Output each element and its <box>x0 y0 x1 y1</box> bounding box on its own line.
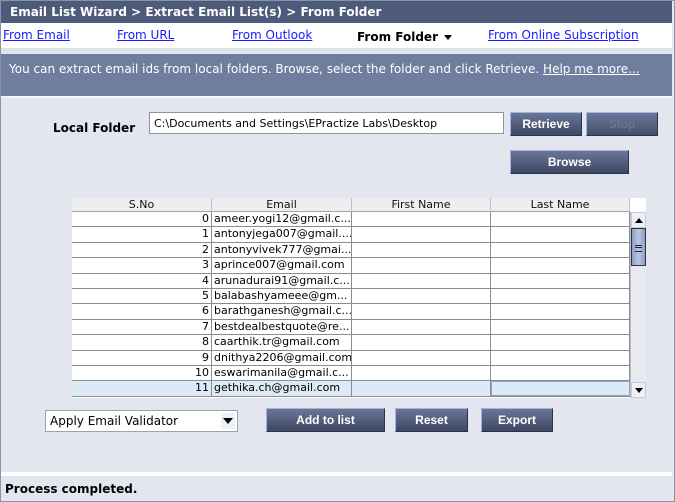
scroll-down-arrow-icon[interactable] <box>631 382 646 398</box>
add-to-list-button[interactable]: Add to list <box>266 408 385 432</box>
cell-first-name[interactable] <box>352 366 491 381</box>
cell-first-name[interactable] <box>352 258 491 273</box>
tab-from-folder[interactable]: From Folder <box>357 30 452 44</box>
export-button[interactable]: Export <box>481 408 553 432</box>
dropdown-arrow-icon[interactable] <box>221 413 235 429</box>
scrollbar-thumb[interactable] <box>631 228 646 266</box>
cell-first-name[interactable] <box>352 381 491 396</box>
scroll-up-arrow-icon[interactable] <box>631 212 646 228</box>
tab-from-folder-label: From Folder <box>357 30 438 44</box>
cell-first-name[interactable] <box>352 304 491 319</box>
tab-from-online-subscription[interactable]: From Online Subscription <box>488 28 639 42</box>
local-folder-label: Local Folder <box>53 121 136 135</box>
cell-last-name[interactable] <box>491 319 630 335</box>
cell-last-name[interactable] <box>491 366 630 381</box>
cell-email[interactable]: ameer.yogi12@gmail.c... <box>212 212 352 227</box>
cell-email[interactable]: antonyvivek777@gmai... <box>212 242 352 258</box>
table-row[interactable]: 8 caarthik.tr@gmail.com <box>72 335 630 351</box>
cell-last-name[interactable] <box>491 350 630 365</box>
reset-button[interactable]: Reset <box>395 408 468 432</box>
chevron-down-icon <box>444 35 452 40</box>
table-scrollbar[interactable] <box>630 212 646 398</box>
cell-first-name[interactable] <box>352 273 491 288</box>
table-row[interactable]: 3 aprince007@gmail.com <box>72 258 630 274</box>
cell-sno[interactable]: 4 <box>72 273 212 288</box>
tab-from-url[interactable]: From URL <box>117 28 174 42</box>
table-header: S.No Email First Name Last Name <box>72 198 630 212</box>
cell-first-name[interactable] <box>352 335 491 350</box>
tab-from-email[interactable]: From Email <box>3 28 70 42</box>
table-row[interactable]: 6 barathganesh@gmail.c... <box>72 304 630 320</box>
cell-sno[interactable]: 11 <box>72 381 212 396</box>
info-banner: You can extract email ids from local fol… <box>1 54 672 96</box>
cell-email[interactable]: bestdealbestquote@re... <box>212 319 352 335</box>
cell-last-name[interactable] <box>491 381 630 396</box>
cell-email[interactable]: antonyjega007@gmail.... <box>212 227 352 242</box>
cell-email[interactable]: eswarimanila@gmail.c... <box>212 366 352 381</box>
cell-last-name[interactable] <box>491 335 630 350</box>
table-row[interactable]: 11 gethika.ch@gmail.com <box>72 381 630 397</box>
cell-first-name[interactable] <box>352 227 491 242</box>
table-row[interactable]: 4 arunadurai91@gmail.c... <box>72 273 630 289</box>
table-row[interactable]: 10 eswarimanila@gmail.c... <box>72 366 630 382</box>
cell-sno[interactable]: 7 <box>72 319 212 335</box>
help-link[interactable]: Help me more... <box>543 62 640 76</box>
column-header-email[interactable]: Email <box>212 198 352 212</box>
cell-sno[interactable]: 2 <box>72 242 212 258</box>
column-header-first-name[interactable]: First Name <box>352 198 491 212</box>
cell-last-name[interactable] <box>491 258 630 273</box>
cell-email[interactable]: gethika.ch@gmail.com <box>212 381 352 396</box>
cell-sno[interactable]: 9 <box>72 350 212 365</box>
cell-last-name[interactable] <box>491 242 630 258</box>
cell-email[interactable]: dnithya2206@gmail.com <box>212 350 352 365</box>
cell-sno[interactable]: 3 <box>72 258 212 273</box>
cell-last-name[interactable] <box>491 273 630 288</box>
column-header-last-name[interactable]: Last Name <box>491 198 630 212</box>
table-row[interactable]: 5 balabashyameee@gm... <box>72 289 630 305</box>
table-row[interactable]: 0 ameer.yogi12@gmail.c... <box>72 212 630 228</box>
cell-first-name[interactable] <box>352 242 491 258</box>
stop-button[interactable]: Stop <box>586 112 658 136</box>
cell-first-name[interactable] <box>352 319 491 335</box>
status-bar: Process completed. <box>1 472 672 500</box>
column-header-sno[interactable]: S.No <box>72 198 212 212</box>
cell-sno[interactable]: 6 <box>72 304 212 319</box>
cell-last-name[interactable] <box>491 227 630 242</box>
cell-sno[interactable]: 8 <box>72 335 212 350</box>
table-row[interactable]: 9 dnithya2206@gmail.com <box>72 350 630 366</box>
table-body: 0 ameer.yogi12@gmail.c... 1 antonyjega007@g… <box>72 212 630 398</box>
tab-from-outlook[interactable]: From Outlook <box>232 28 312 42</box>
local-folder-input[interactable] <box>149 112 504 134</box>
source-tabs: From Email From URL From Outlook From Fo… <box>1 23 672 51</box>
email-table: S.No Email First Name Last Name 0 ameer.y… <box>72 198 646 398</box>
retrieve-button[interactable]: Retrieve <box>510 112 582 136</box>
email-validator-dropdown[interactable]: Apply Email Validator <box>45 410 238 432</box>
table-row[interactable]: 7 bestdealbestquote@re... <box>72 319 630 336</box>
cell-email[interactable]: balabashyameee@gm... <box>212 289 352 304</box>
cell-sno[interactable]: 0 <box>72 212 212 227</box>
cell-sno[interactable]: 5 <box>72 289 212 304</box>
cell-sno[interactable]: 10 <box>72 366 212 381</box>
cell-last-name[interactable] <box>491 304 630 319</box>
cell-email[interactable]: aprince007@gmail.com <box>212 258 352 273</box>
cell-email[interactable]: caarthik.tr@gmail.com <box>212 335 352 350</box>
cell-last-name[interactable] <box>491 212 630 227</box>
cell-last-name[interactable] <box>491 289 630 304</box>
email-validator-selected: Apply Email Validator <box>50 414 179 428</box>
cell-first-name[interactable] <box>352 212 491 227</box>
window-title: Email List Wizard > Extract Email List(s… <box>1 1 672 23</box>
table-row[interactable]: 2 antonyvivek777@gmai... <box>72 242 630 259</box>
cell-first-name[interactable] <box>352 350 491 365</box>
table-row[interactable]: 1 antonyjega007@gmail.... <box>72 227 630 243</box>
cell-sno[interactable]: 1 <box>72 227 212 242</box>
cell-first-name[interactable] <box>352 289 491 304</box>
cell-email[interactable]: arunadurai91@gmail.c... <box>212 273 352 288</box>
info-text: You can extract email ids from local fol… <box>9 62 540 76</box>
browse-button[interactable]: Browse <box>510 150 629 174</box>
cell-email[interactable]: barathganesh@gmail.c... <box>212 304 352 319</box>
